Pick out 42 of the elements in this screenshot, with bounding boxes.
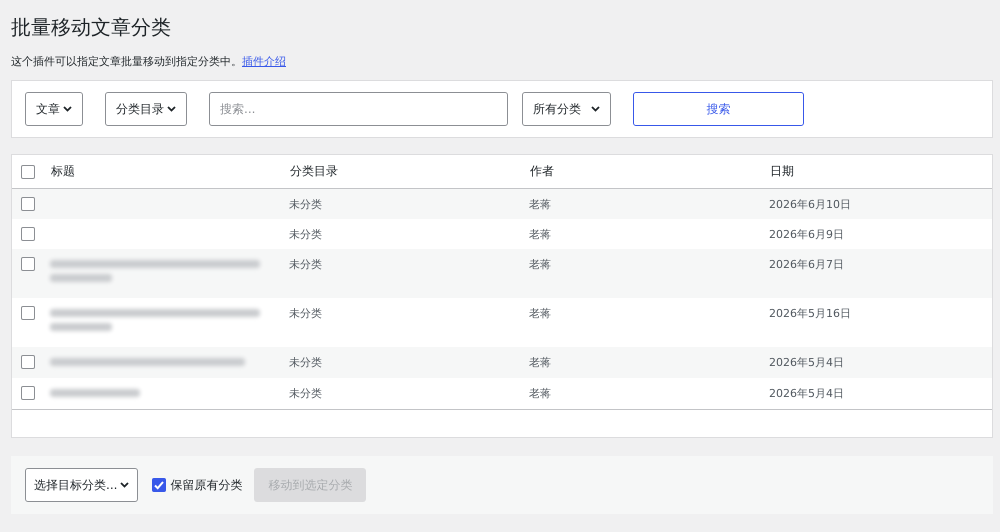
table-cell: 老蒋 (529, 188, 769, 219)
table-cell: 老蒋 (529, 219, 769, 249)
chevron-down-icon (63, 106, 72, 112)
blurred-title (50, 323, 112, 331)
checkbox[interactable] (152, 478, 166, 492)
chevron-down-icon (120, 482, 130, 488)
table-cell: 未分类 (289, 249, 529, 298)
blurred-title (50, 274, 112, 282)
target-category-dropdown[interactable]: 选择目标分类... (25, 468, 138, 502)
table-cell: 老蒋 (529, 347, 769, 378)
table-cell: 未分类 (289, 347, 529, 378)
table-cell: 2026年5月4日 (769, 378, 992, 410)
intro-link[interactable]: 插件介绍 (242, 55, 286, 68)
post-type-dropdown[interactable]: 文章 (25, 92, 83, 126)
page-title: 批量移动文章分类 (11, 14, 172, 40)
checkbox-label: 保留原有分类 (170, 476, 242, 494)
checkbox[interactable] (21, 306, 35, 320)
table-cell: 未分类 (289, 188, 529, 219)
table-cell: 未分类 (289, 378, 529, 410)
table-cell: 老蒋 (529, 378, 769, 410)
table-cell: 老蒋 (529, 249, 769, 298)
chevron-down-icon (167, 106, 176, 112)
table-cell: 2026年6月10日 (769, 188, 992, 219)
page-description: 这个插件可以指定文章批量移动到指定分类中。插件介绍 (11, 54, 287, 70)
chevron-down-icon (591, 106, 600, 112)
category-dropdown[interactable]: 所有分类 (522, 92, 611, 126)
table-cell: 2026年6月7日 (769, 249, 992, 298)
taxonomy-dropdown[interactable]: 分类目录 (105, 92, 187, 126)
checkbox[interactable] (21, 355, 35, 369)
checkbox[interactable] (21, 164, 35, 179)
checkbox[interactable] (21, 197, 35, 211)
search-button[interactable]: 搜索 (633, 92, 804, 126)
table-cell: 2026年5月4日 (769, 347, 992, 378)
checkbox[interactable] (21, 227, 35, 241)
table-cell: 2026年5月16日 (769, 298, 992, 347)
checkbox[interactable] (21, 257, 35, 271)
table-cell: 2026年6月9日 (769, 219, 992, 249)
table-cell: 未分类 (289, 298, 529, 347)
search-field[interactable]: 搜索... (209, 92, 508, 126)
table-cell: 未分类 (289, 219, 529, 249)
table-cell: 老蒋 (529, 298, 769, 347)
checkbox[interactable] (21, 386, 35, 400)
